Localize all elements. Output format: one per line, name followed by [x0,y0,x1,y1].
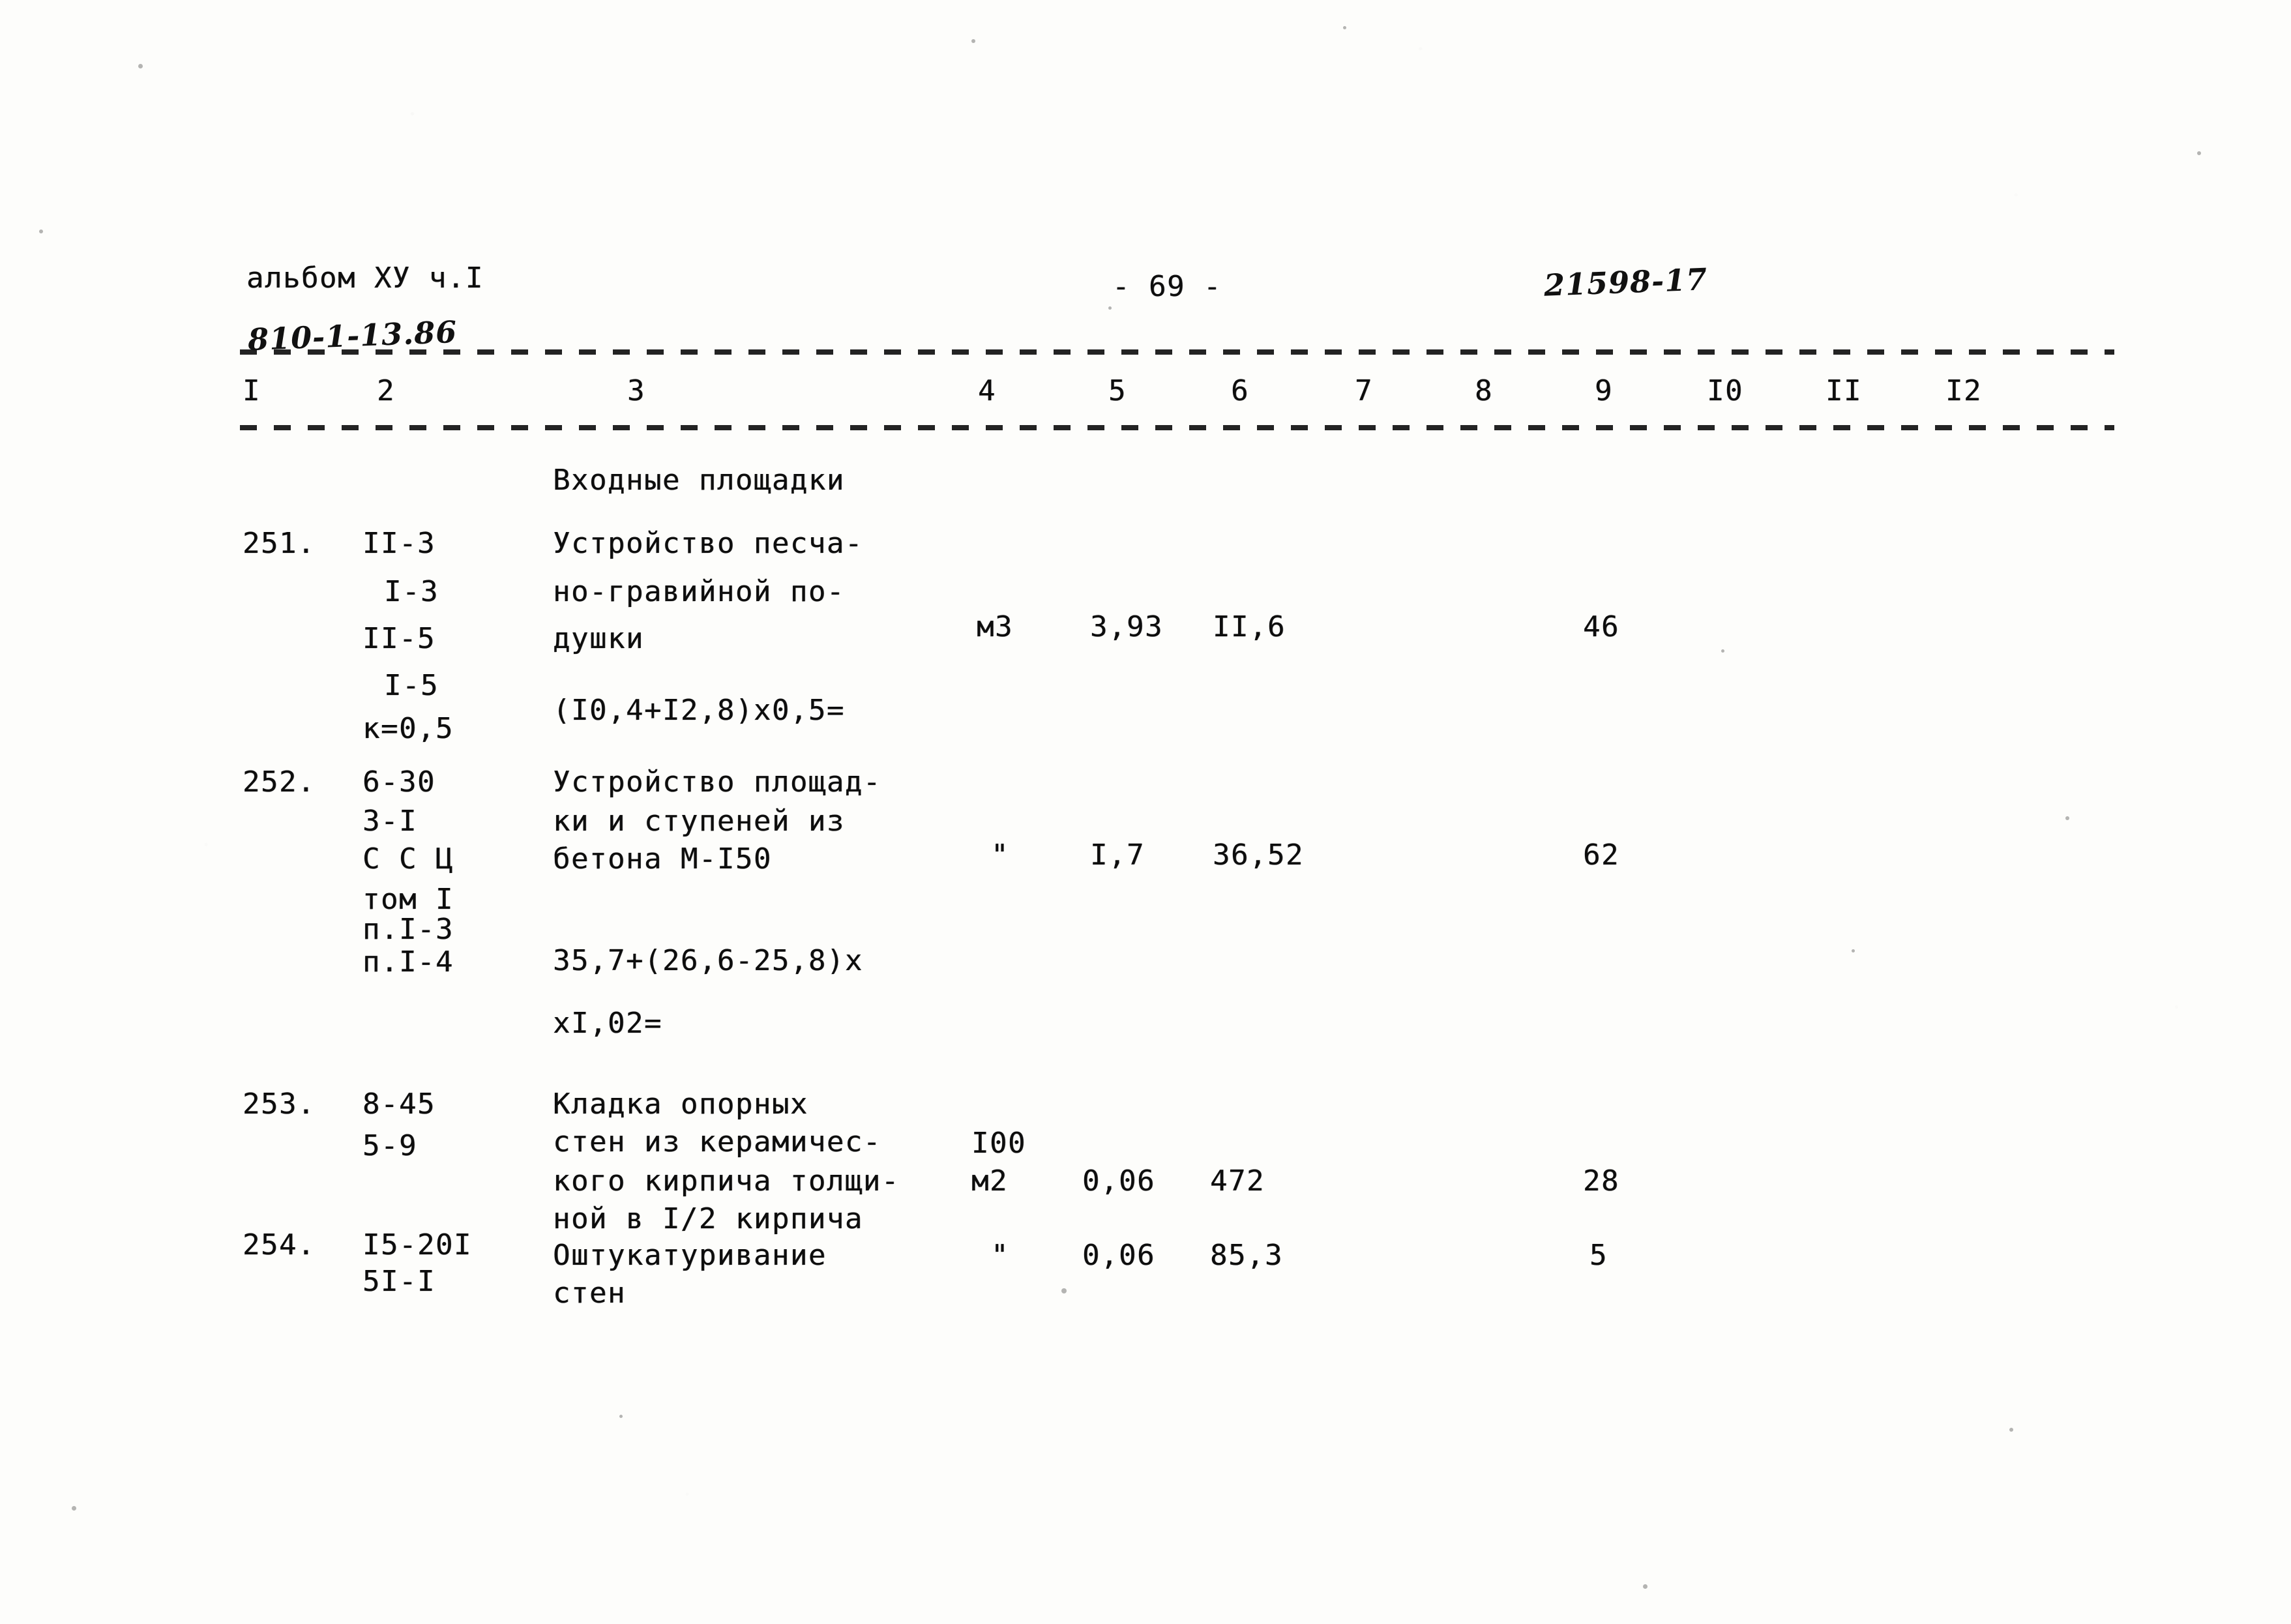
row-251-code-2: I-3 [384,575,439,608]
row-252-description-line-3: бетона М-I50 [553,842,772,876]
column-header-1: I [243,374,261,407]
row-251-code-4: I-5 [384,669,439,702]
scan-speck [1108,306,1112,310]
column-header-11: II [1825,374,1862,407]
row-253-description-line-2: стен из керамичес- [553,1125,881,1159]
scan-speck [1343,26,1346,29]
row-252-code-3: С С Ц [362,842,454,876]
scan-speck [2065,816,2069,820]
row-252-code-1: 6-30 [362,765,436,799]
row-254-code-1: I5-20I [362,1228,472,1262]
table-rule-header-top [240,349,2114,355]
row-252-description-line-2: ки и ступеней из [553,805,845,838]
row-251-code-3: II-5 [362,622,436,655]
row-252-unit: " [991,838,1009,872]
scan-speck [72,1506,76,1511]
page-number: - 69 - [1112,270,1222,303]
row-252-code-2: 3-I [362,805,417,838]
row-252-col5: I,7 [1090,838,1145,872]
row-252-code-4: том I [362,883,454,916]
column-header-8: 8 [1475,374,1493,407]
row-254-col9: 5 [1589,1239,1608,1272]
scan-speck [2009,1428,2013,1432]
row-251-col9: 46 [1583,610,1619,643]
row-251-code-5: к=0,5 [362,712,454,745]
column-header-10: I0 [1707,374,1743,407]
scan-speck [1061,1288,1067,1293]
row-253-code-1: 8-45 [362,1087,436,1121]
table-rule-top [240,425,2114,430]
row-254-code-2: 5I-I [362,1265,436,1298]
row-251-code-1: II-3 [362,527,436,560]
row-number-252: 252. [243,765,316,799]
document-sheet: альбом ХУ ч.I 810-1-13.86 - 69 - 21598-1… [0,0,2291,1624]
scan-speck [971,39,975,43]
row-253-code-2: 5-9 [362,1129,417,1162]
column-header-4: 4 [978,374,996,407]
row-254-col6: 85,3 [1210,1239,1283,1272]
scan-speck [619,1415,623,1418]
column-header-7: 7 [1355,374,1373,407]
row-252-col6: 36,52 [1213,838,1304,872]
album-label: альбом ХУ ч.I [246,261,484,295]
row-252-description-line-1: Устройство площад- [553,765,881,799]
column-header-9: 9 [1595,374,1613,407]
column-header-6: 6 [1231,374,1249,407]
row-254-unit: " [991,1239,1009,1272]
row-251-col5: 3,93 [1090,610,1163,643]
row-252-code-6: п.I-4 [362,945,454,979]
row-253-unit-multiplier: I00 [971,1127,1026,1160]
row-251-description-line-3: душки [553,622,644,655]
row-254-col5: 0,06 [1082,1239,1155,1272]
row-251-col6: II,6 [1213,610,1286,643]
column-header-12: I2 [1945,374,1982,407]
sheet-code-handwritten: 21598-17 [1543,261,1709,303]
row-252-code-5: п.I-3 [362,913,454,946]
row-253-description-line-4: ной в I/2 кирпича [553,1202,863,1235]
scan-speck [138,64,143,68]
row-253-unit: м2 [971,1164,1008,1198]
scan-speck [1643,1584,1648,1589]
row-253-col9: 28 [1583,1164,1619,1198]
row-253-description-line-3: кого кирпича толщи- [553,1164,900,1198]
row-252-col9: 62 [1583,838,1619,872]
scan-speck [39,229,43,233]
row-252-formula-line-2: xI,02= [553,1007,662,1040]
row-253-col5: 0,06 [1082,1164,1155,1198]
row-251-description-line-2: но-гравийной по- [553,575,845,608]
scan-speck [1721,649,1724,653]
column-header-2: 2 [377,374,395,407]
row-251-unit: м3 [977,610,1013,643]
row-253-col6: 472 [1210,1164,1265,1198]
row-251-formula: (I0,4+I2,8)x0,5= [553,694,845,727]
scan-speck [1852,949,1855,952]
row-number-251: 251. [243,527,316,560]
column-header-3: 3 [627,374,645,407]
scan-speck [2197,151,2201,155]
row-254-description-line-1: Оштукатуривание [553,1239,827,1272]
section-title: Входные площадки [553,464,845,497]
row-254-description-line-2: стен [553,1277,626,1310]
row-number-254: 254. [243,1228,316,1262]
row-number-253: 253. [243,1087,316,1121]
row-253-description-line-1: Кладка опорных [553,1087,808,1121]
column-header-5: 5 [1108,374,1127,407]
row-251-description-line-1: Устройство песча- [553,527,863,560]
row-252-formula-line-1: 35,7+(26,6-25,8)x [553,944,863,977]
